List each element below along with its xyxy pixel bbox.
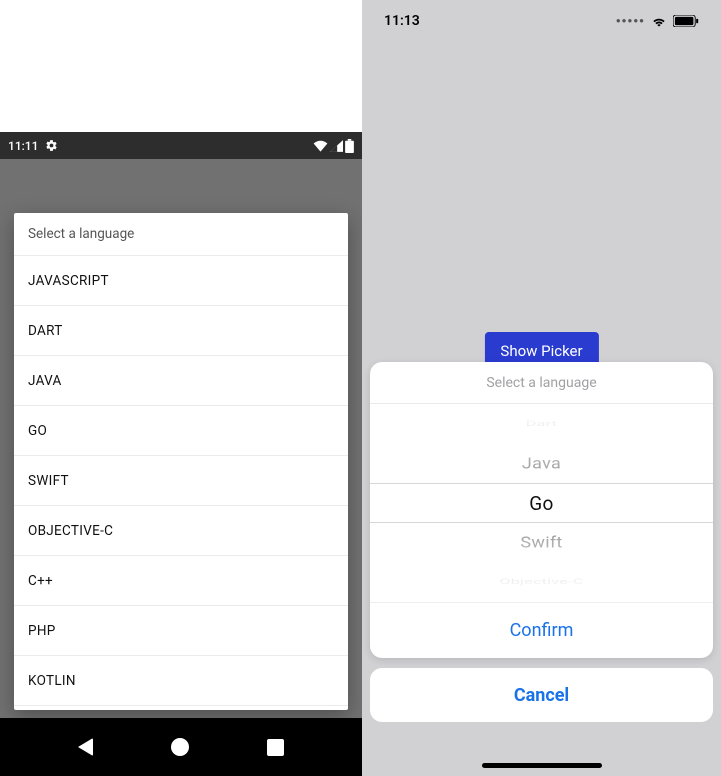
picker-selection-indicator (370, 483, 713, 523)
home-button[interactable] (171, 738, 189, 756)
wifi-icon (651, 15, 667, 27)
list-item[interactable]: Objective-C (14, 505, 348, 555)
list-item[interactable]: C# (14, 705, 348, 710)
list-item-label: Kotlin (28, 673, 76, 689)
settings-icon (45, 139, 58, 152)
wheel-item[interactable]: Swift (520, 525, 562, 560)
cancel-button[interactable]: Cancel (370, 668, 713, 722)
battery-icon (345, 139, 354, 153)
list-item[interactable]: Kotlin (14, 655, 348, 705)
wheel-item-label: Objective-C (499, 578, 583, 587)
list-item-label: Swift (28, 473, 69, 489)
android-status-time: 11:11 (8, 139, 38, 153)
list-item-label: PHP (28, 623, 56, 639)
list-item[interactable]: Go (14, 405, 348, 455)
list-item-label: C++ (28, 573, 53, 589)
list-item-label: Javascript (28, 273, 109, 289)
battery-icon (673, 15, 699, 27)
list-item-label: Go (28, 423, 47, 439)
sheet-title: Select a language (14, 213, 348, 255)
recents-button[interactable] (267, 739, 284, 756)
list-item-label: Dart (28, 323, 63, 339)
wheel-item-label: Swift (520, 533, 562, 551)
wheel-item[interactable]: Dart (526, 415, 557, 433)
android-status-bar: 11:11 (0, 132, 362, 159)
list-item[interactable]: PHP (14, 605, 348, 655)
wheel-item-label: Dart (526, 420, 557, 429)
back-button[interactable] (78, 738, 93, 756)
picker-wheel[interactable]: Dart Java Go Swift Objective-C (370, 404, 713, 602)
ios-status-bar: 11:13 ●●●●● (362, 0, 721, 35)
list-item[interactable]: C++ (14, 555, 348, 605)
ios-action-sheet: Select a language Dart Java Go Swift Obj… (370, 362, 713, 658)
confirm-button[interactable]: Confirm (370, 602, 713, 658)
ios-status-time: 11:13 (384, 13, 420, 29)
list-item[interactable]: Java (14, 355, 348, 405)
android-body: Select a language Javascript Dart Java G… (0, 159, 362, 718)
wheel-item-label: Java (522, 454, 561, 472)
android-blank-area (0, 0, 362, 132)
sheet-title: Select a language (370, 362, 713, 404)
cellular-icon: ●●●●● (616, 16, 645, 25)
list-item-label: Java (28, 373, 62, 389)
language-list: Javascript Dart Java Go Swift Objective-… (14, 255, 348, 710)
ios-screen: 11:13 ●●●●● Show Picker Select a languag… (362, 0, 721, 776)
android-screen: 11:11 Select a language Javascript Dart … (0, 0, 362, 776)
wheel-item[interactable]: Objective-C (499, 573, 583, 591)
wifi-icon (313, 140, 328, 152)
wheel-item[interactable]: Java (522, 446, 561, 481)
home-indicator[interactable] (482, 763, 602, 768)
list-item[interactable]: Javascript (14, 255, 348, 305)
list-item[interactable]: Swift (14, 455, 348, 505)
signal-icon (330, 140, 343, 152)
android-nav-bar (0, 718, 362, 776)
list-item[interactable]: Dart (14, 305, 348, 355)
list-item-label: Objective-C (28, 523, 113, 539)
android-bottom-sheet: Select a language Javascript Dart Java G… (14, 213, 348, 710)
